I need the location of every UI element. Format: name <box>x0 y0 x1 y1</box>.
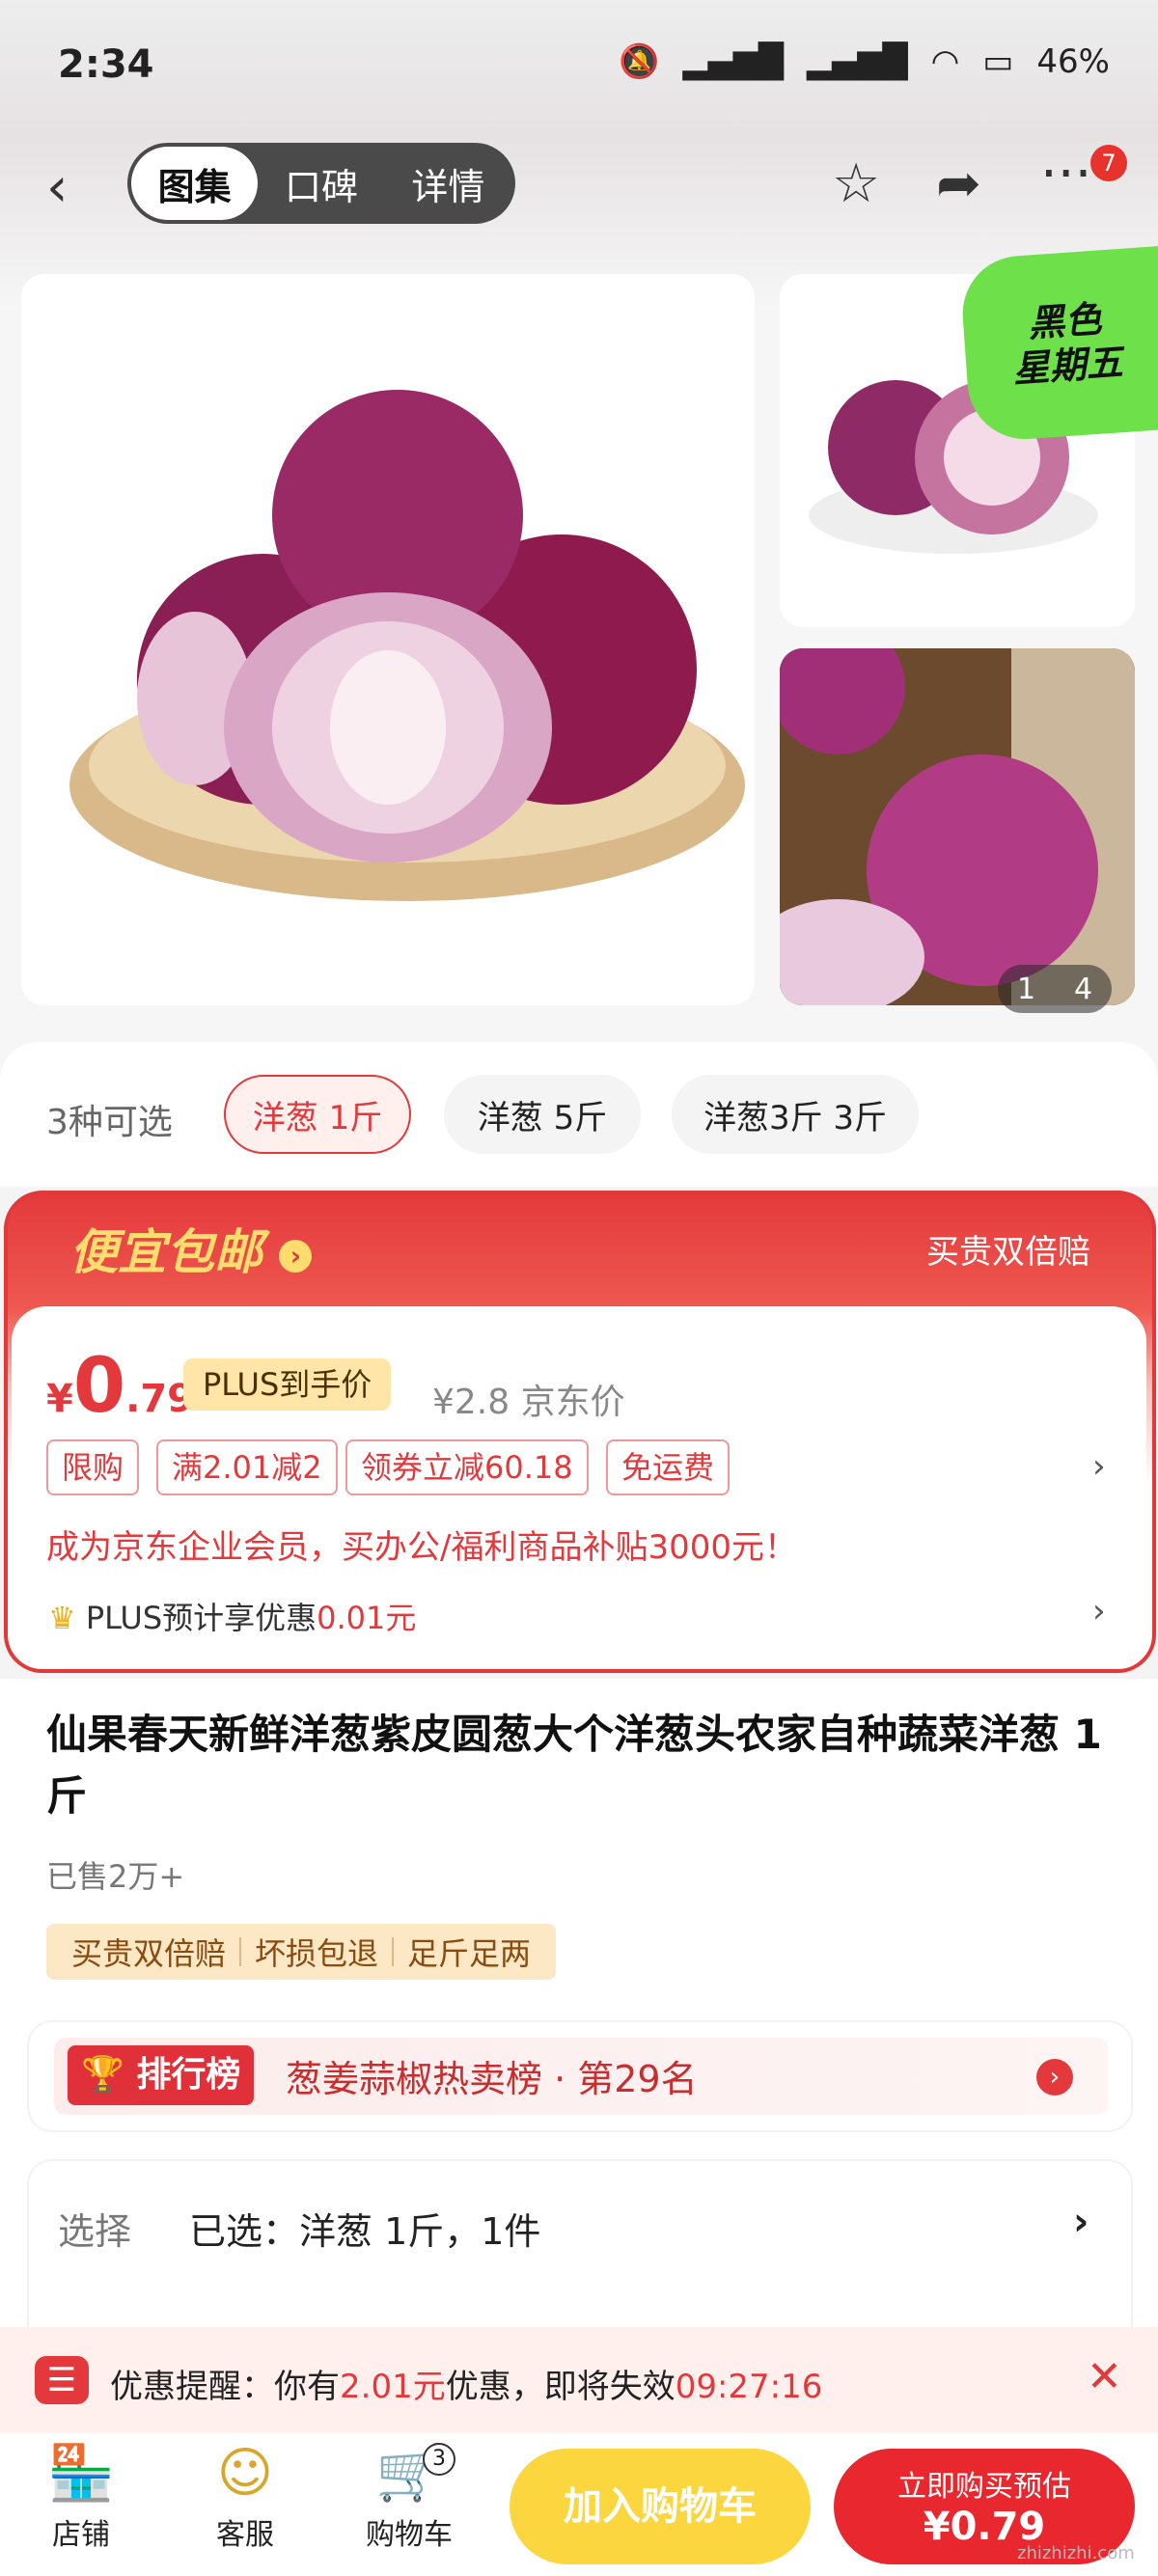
add-to-cart-button[interactable]: 加入购物车 <box>510 2449 811 2564</box>
signal-icon: ▂▄▆█ <box>682 42 785 81</box>
guarantee-2: 坏损包退 <box>255 1935 379 1972</box>
shop-icon: 🏪 <box>47 2442 115 2505</box>
signal-icon-2: ▂▄▆█ <box>807 42 908 81</box>
promo-guarantee: 买贵双倍赔 <box>926 1233 1090 1272</box>
more-badge: 7 <box>1090 145 1127 181</box>
variant-option-2[interactable]: 洋葱 5斤 <box>444 1075 641 1154</box>
pager-current: 1 <box>1016 972 1036 1006</box>
price-integer: 0 <box>72 1343 126 1430</box>
buy-now-label: 立即购买预估 <box>897 2470 1071 2504</box>
chevron-right-icon[interactable]: › <box>1092 1447 1106 1486</box>
ranking-badge: 🏆 排行榜 <box>68 2045 255 2105</box>
chevron-right-icon[interactable]: › <box>1092 1592 1106 1631</box>
service-button[interactable]: ☺ 客服 <box>187 2443 303 2553</box>
more-icon[interactable]: ··· <box>1040 143 1091 206</box>
tag-limited[interactable]: 限购 <box>46 1439 140 1495</box>
service-label: 客服 <box>216 2518 274 2552</box>
variant-option-1[interactable]: 洋葱 1斤 <box>224 1075 411 1154</box>
selection-label: 选择 <box>58 2210 132 2253</box>
tag-coupon[interactable]: 领券立减60.18 <box>345 1439 589 1495</box>
plus-price-tag: PLUS到手价 <box>183 1358 392 1411</box>
chevron-right-icon[interactable]: › <box>1036 2059 1073 2096</box>
ranking-badge-label: 排行榜 <box>136 2055 241 2095</box>
chevron-right-icon: › <box>279 1239 313 1273</box>
variant-option-3[interactable]: 洋葱3斤 3斤 <box>672 1075 919 1154</box>
reminder-countdown: 09:27:16 <box>675 2368 823 2406</box>
tag-discount[interactable]: 满2.01减2 <box>156 1439 338 1495</box>
tab-details[interactable]: 详情 <box>385 147 511 220</box>
battery-icon: ▭ <box>982 42 1014 81</box>
price-currency: ¥ <box>46 1377 73 1421</box>
guarantee-3: 足斤足两 <box>407 1935 532 1972</box>
trophy-icon: 🏆 <box>81 2055 124 2095</box>
black-friday-badge: 黑色 星期五 <box>958 245 1158 444</box>
pager-total: 4 <box>1073 972 1093 1006</box>
enterprise-member-promo[interactable]: 成为京东企业会员，买办公/福利商品补贴3000元！ <box>46 1521 797 1568</box>
wifi-icon: ◠ <box>930 42 960 81</box>
mute-icon: 🔕 <box>619 42 660 81</box>
cart-count-badge: 3 <box>423 2443 455 2476</box>
promo-title[interactable]: 便宜包邮 › <box>69 1214 313 1283</box>
image-pager: 1 4 <box>998 965 1112 1013</box>
watermark: zhizhizhi.com <box>1017 2543 1135 2563</box>
variant-count-label: 3种可选 <box>46 1103 173 1142</box>
back-icon[interactable]: ‹ <box>46 156 68 219</box>
cart-label: 购物车 <box>366 2518 453 2552</box>
plus-estimate[interactable]: ♛ PLUS预计享优惠0.01元 <box>48 1594 416 1638</box>
sold-count: 已售2万+ <box>46 1858 185 1895</box>
tag-free-shipping[interactable]: 免运费 <box>606 1439 731 1495</box>
status-time: 2:34 <box>58 42 154 87</box>
chevron-right-icon[interactable]: › <box>1073 2200 1089 2244</box>
favorite-star-icon[interactable]: ☆ <box>832 152 880 215</box>
ranking-text: 葱姜蒜椒热卖榜 · 第29名 <box>286 2058 698 2100</box>
reminder-icon: ☰ <box>35 2356 89 2404</box>
top-tabs: 图集 口碑 详情 <box>127 143 515 224</box>
status-icons: 🔕 ▂▄▆█ ▂▄▆█ ◠ ▭ 46% <box>619 42 1110 81</box>
guarantee-badges[interactable]: 买贵双倍赔 坏损包退 足斤足两 <box>46 1924 557 1980</box>
jd-price: ¥2.8 京东价 <box>432 1383 625 1422</box>
close-icon[interactable]: ✕ <box>1087 2352 1122 2401</box>
share-icon[interactable]: ➦ <box>936 152 981 215</box>
reminder-amount: 2.01元 <box>340 2368 446 2406</box>
plus-estimate-label: PLUS预计享优惠 <box>85 1600 317 1636</box>
price: ¥0.79 <box>46 1343 194 1430</box>
reminder-prefix: 优惠提醒：你有 <box>110 2368 340 2406</box>
selection-value: 已选：洋葱 1斤，1件 <box>189 2210 541 2253</box>
main-product-image[interactable] <box>21 274 755 1005</box>
product-title: 仙果春天新鲜洋葱紫皮圆葱大个洋葱头农家自种蔬菜洋葱 1斤 <box>46 1711 1102 1820</box>
plus-estimate-value: 0.01元 <box>317 1600 417 1636</box>
tab-gallery[interactable]: 图集 <box>131 147 259 220</box>
tab-reviews[interactable]: 口碑 <box>258 147 384 220</box>
guarantee-1: 买贵双倍赔 <box>71 1935 227 1972</box>
service-icon: ☺ <box>216 2442 274 2505</box>
reminder-middle: 优惠，即将失效 <box>445 2368 676 2406</box>
promo-title-text: 便宜包邮 <box>69 1224 262 1280</box>
battery-percent: 46% <box>1036 42 1110 81</box>
shop-label: 店铺 <box>52 2518 110 2552</box>
crown-icon: ♛ <box>48 1600 76 1636</box>
reminder-text: 优惠提醒：你有2.01元优惠，即将失效09:27:16 <box>110 2360 822 2407</box>
shop-button[interactable]: 🏪 店铺 <box>23 2443 139 2553</box>
thumbnail-image-2[interactable] <box>780 648 1135 1005</box>
